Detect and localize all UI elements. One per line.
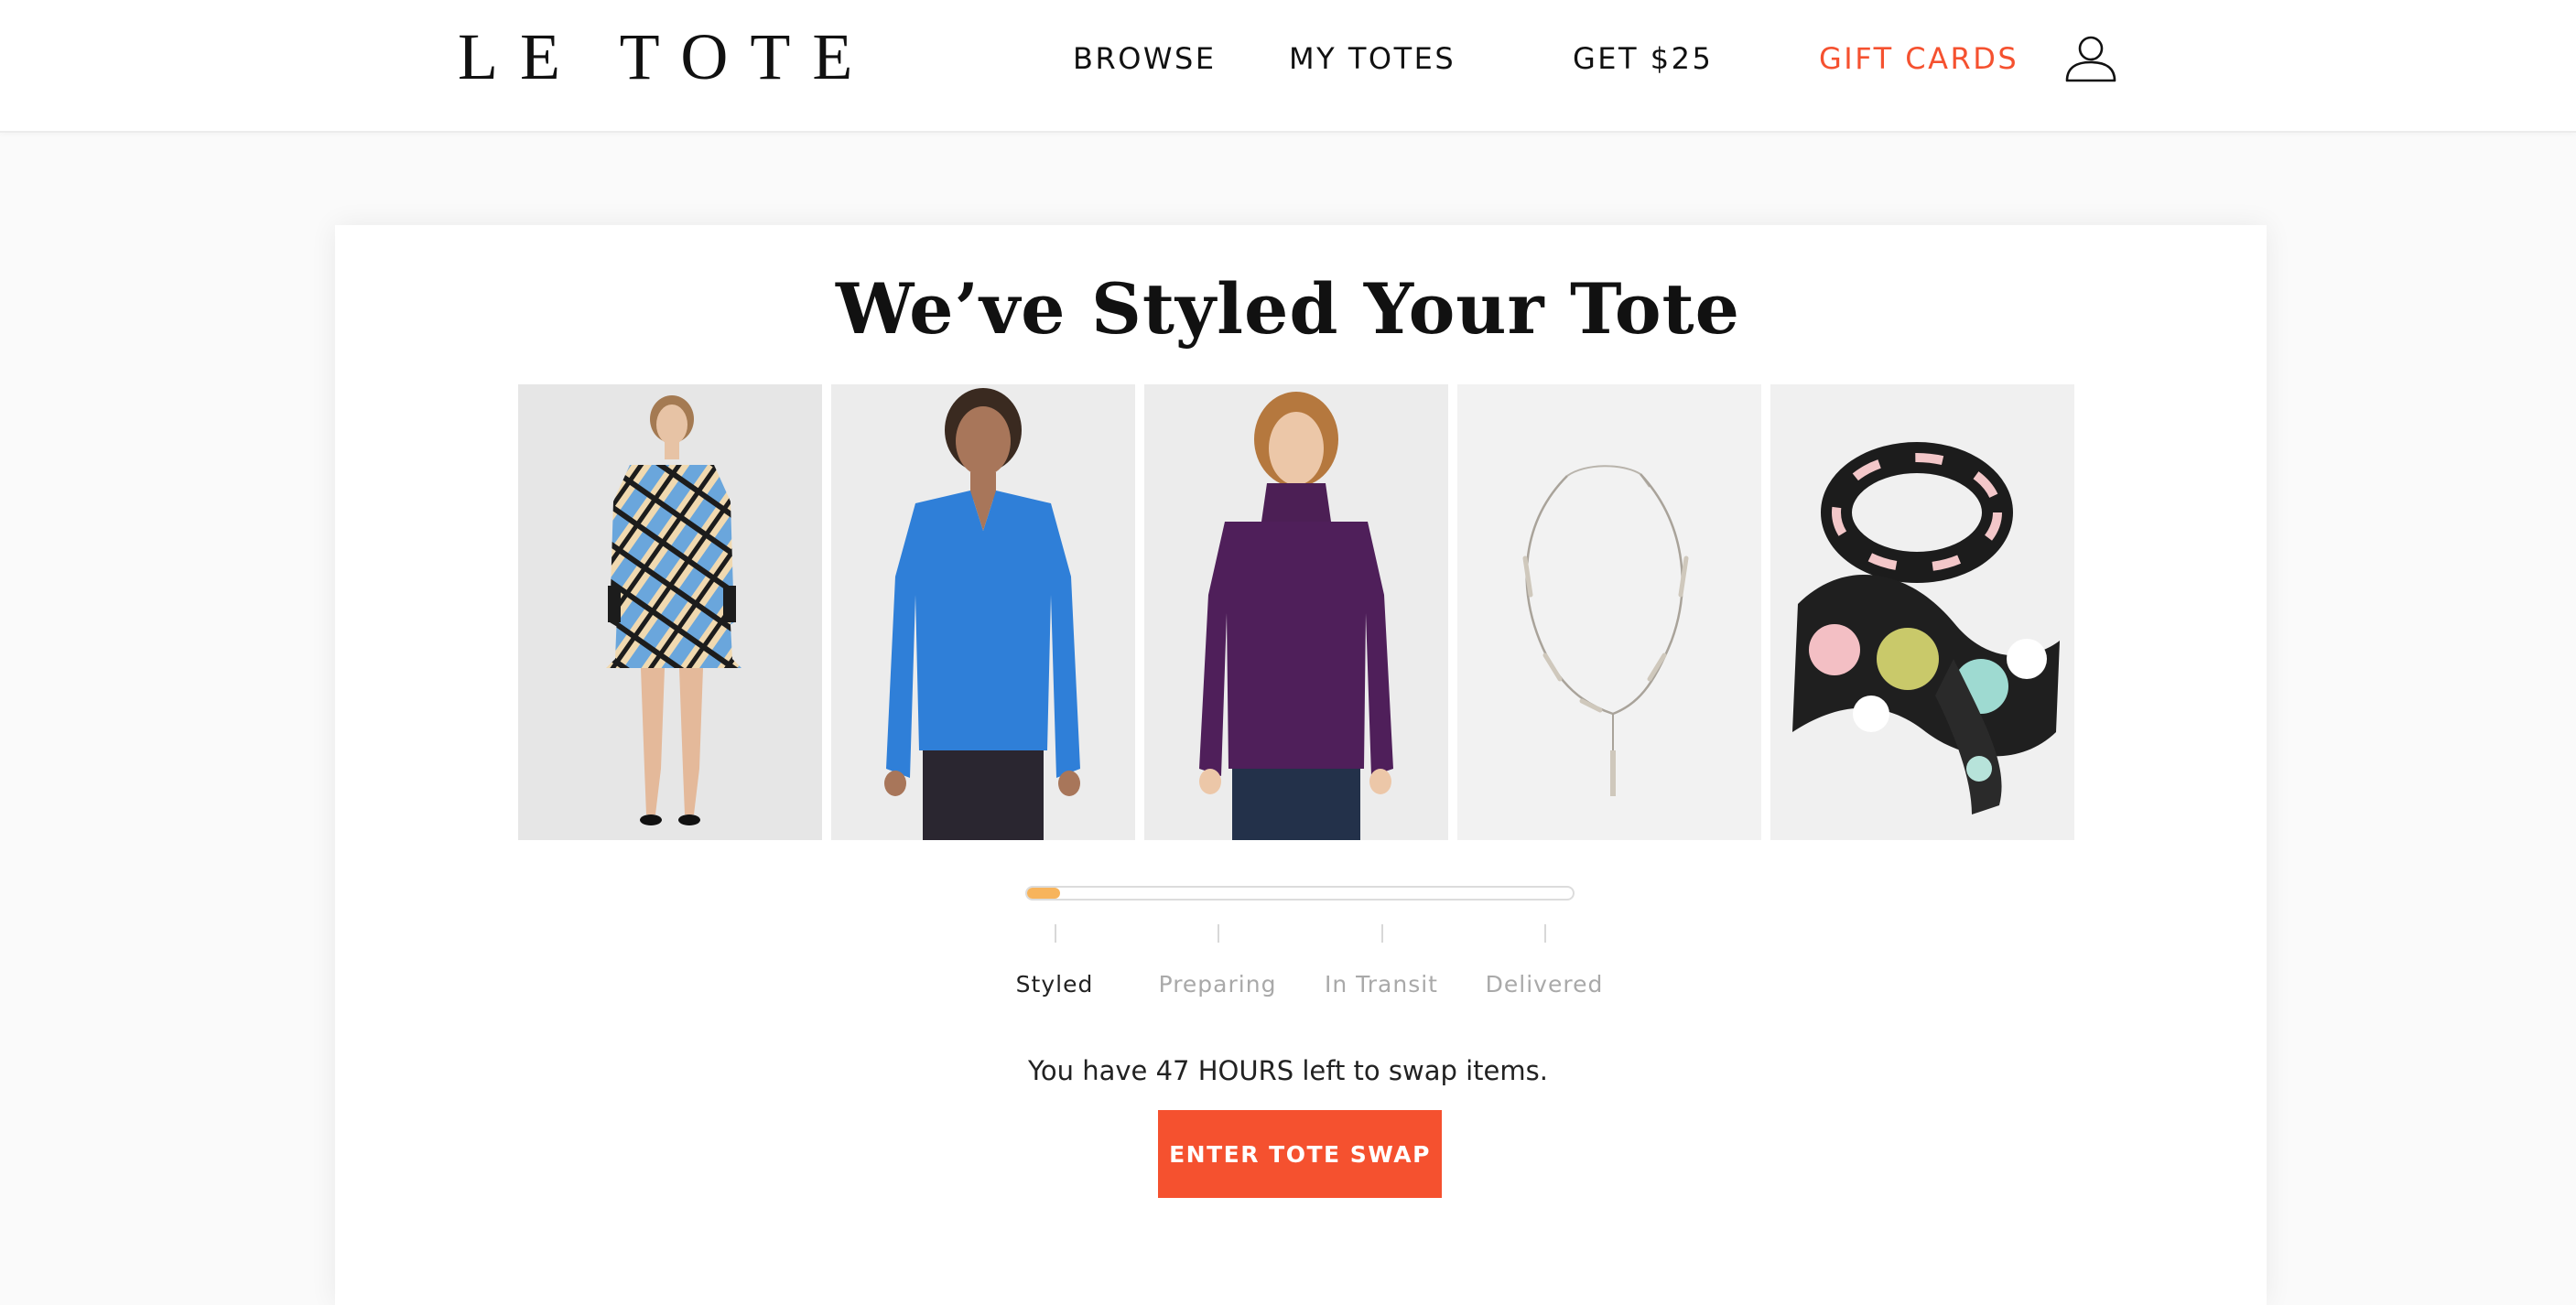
plaid-dress-image <box>518 384 822 840</box>
tote-item-scarf[interactable] <box>1770 384 2074 840</box>
tote-items-row <box>518 384 2074 840</box>
progress-tick-delivered <box>1544 924 1546 943</box>
tote-title: We’ve Styled Your Tote <box>836 268 1740 350</box>
enter-tote-swap-button[interactable]: ENTER TOTE SWAP <box>1158 1110 1442 1198</box>
nav-browse-link[interactable]: BROWSE <box>1073 44 1217 73</box>
tote-item-blue-top[interactable] <box>831 384 1135 840</box>
account-button[interactable] <box>2063 35 2118 84</box>
top-navigation-bar: LE TOTE BROWSE MY TOTES GET $25 GIFT CAR… <box>0 0 2576 133</box>
nav-gift-cards-link[interactable]: GIFT CARDS <box>1819 44 2019 73</box>
tote-item-purple-top[interactable] <box>1144 384 1448 840</box>
necklace-image <box>1457 384 1761 840</box>
progress-tick-styled <box>1055 924 1056 943</box>
nav-get-25-link[interactable]: GET $25 <box>1573 44 1713 73</box>
le-tote-logo[interactable]: LE TOTE <box>458 24 874 90</box>
swap-time-message: You have 47 HOURS left to swap items. <box>1028 1055 1548 1086</box>
tote-item-necklace[interactable] <box>1457 384 1761 840</box>
progress-tick-in-transit <box>1381 924 1383 943</box>
tote-progress-track <box>1025 886 1575 901</box>
tote-progress-fill <box>1027 888 1060 899</box>
purple-top-image <box>1144 384 1448 840</box>
nav-my-totes-link[interactable]: MY TOTES <box>1289 44 1456 73</box>
user-outline-icon <box>2065 36 2116 82</box>
tote-item-plaid-dress[interactable] <box>518 384 822 840</box>
progress-tick-preparing <box>1218 924 1219 943</box>
blue-top-image <box>831 384 1135 840</box>
scarf-image <box>1770 384 2074 840</box>
stage-delivered-label: Delivered <box>1485 971 1604 998</box>
